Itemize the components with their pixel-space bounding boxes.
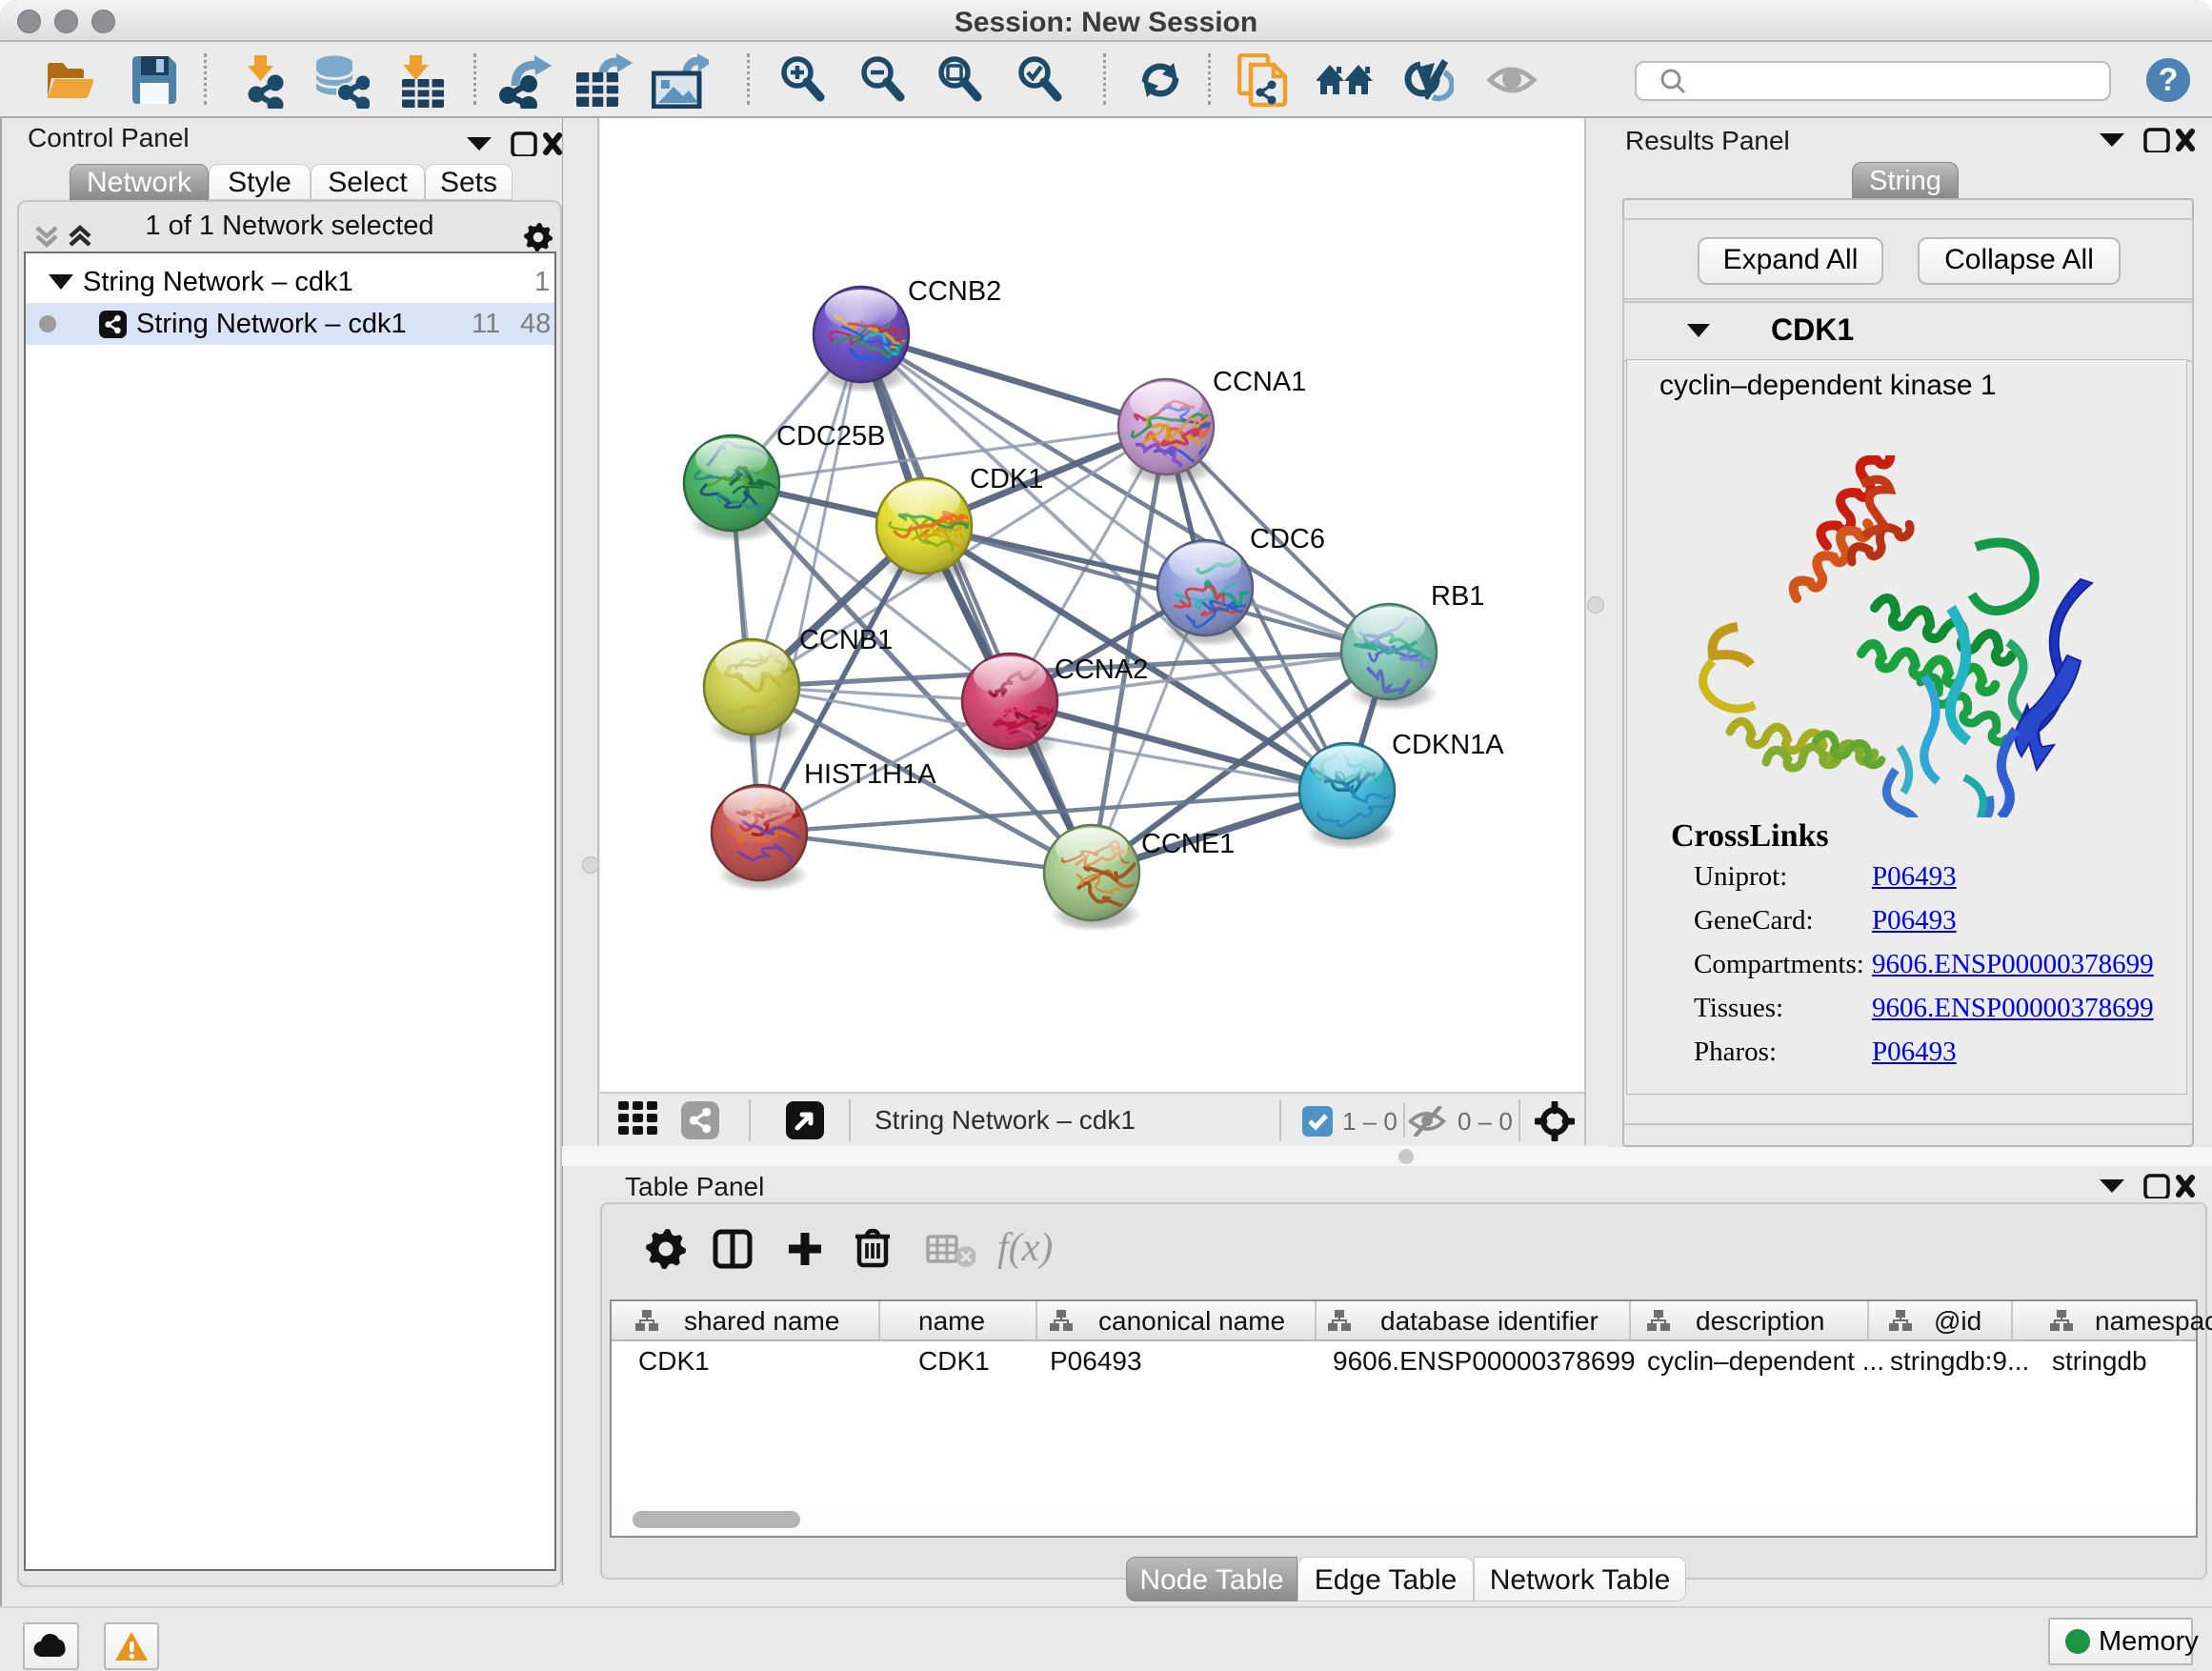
svg-text:RB1: RB1	[1431, 581, 1484, 612]
svg-text:CCNE1: CCNE1	[1141, 829, 1235, 859]
svg-text:?: ?	[2159, 62, 2179, 98]
svg-text:CCNA2: CCNA2	[1055, 654, 1148, 685]
svg-text:CDK1: CDK1	[970, 464, 1043, 494]
svg-text:CCNB1: CCNB1	[799, 625, 893, 655]
svg-text:CDKN1A: CDKN1A	[1392, 730, 1504, 760]
svg-text:HIST1H1A: HIST1H1A	[804, 759, 936, 790]
svg-text:CDC25B: CDC25B	[776, 421, 885, 452]
svg-text:CCNB2: CCNB2	[908, 276, 1001, 307]
svg-text:CCNA1: CCNA1	[1213, 367, 1306, 397]
svg-text:CDC6: CDC6	[1250, 524, 1325, 554]
